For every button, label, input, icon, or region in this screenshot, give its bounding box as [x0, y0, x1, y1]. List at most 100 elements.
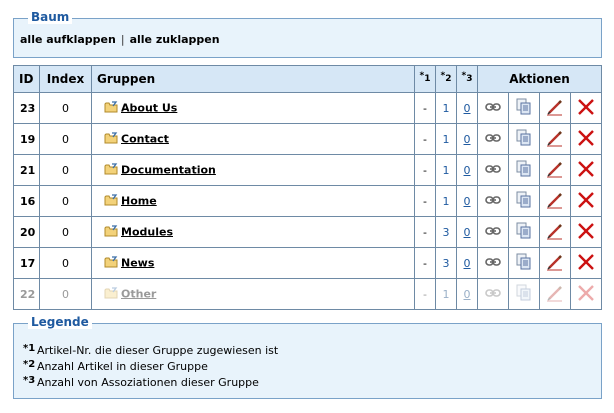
- link-icon[interactable]: [485, 102, 501, 115]
- group-name-link[interactable]: Home: [121, 194, 157, 207]
- copy-icon[interactable]: [516, 191, 532, 212]
- delete-icon[interactable]: [577, 129, 595, 150]
- copy-icon[interactable]: [516, 284, 532, 305]
- tree-links-separator: |: [120, 33, 125, 46]
- row-action-edit: [539, 154, 571, 186]
- copy-icon[interactable]: [516, 98, 532, 119]
- link-icon[interactable]: [485, 226, 501, 239]
- row-count-3: 0: [456, 154, 478, 186]
- row-action-delete: [570, 216, 602, 248]
- row-action-link: [477, 247, 509, 279]
- row-group: Documentation: [91, 154, 415, 186]
- header-star3: *3: [456, 65, 478, 93]
- row-index: 0: [39, 185, 92, 217]
- copy-icon[interactable]: [516, 129, 532, 150]
- association-count-link[interactable]: 0: [464, 102, 471, 115]
- row-action-link: [477, 216, 509, 248]
- row-action-delete: [570, 247, 602, 279]
- tree-panel: Baum alle aufklappen | alle zuklappen: [13, 10, 602, 58]
- row-action-delete: [570, 92, 602, 124]
- expand-all-link[interactable]: alle aufklappen: [20, 33, 116, 46]
- row-action-edit: [539, 92, 571, 124]
- row-count-1: -: [414, 247, 436, 279]
- row-id: 22: [13, 278, 40, 310]
- table-row: 16 0 Home -1 0: [13, 185, 602, 217]
- edit-pencil-icon[interactable]: [546, 284, 564, 305]
- edit-pencil-icon[interactable]: [546, 98, 564, 119]
- group-name-link[interactable]: Other: [121, 287, 156, 300]
- legend-panel: Legende *1 Artikel-Nr. die dieser Gruppe …: [13, 315, 602, 399]
- link-icon[interactable]: [485, 257, 501, 270]
- legend-title: Legende: [28, 315, 92, 329]
- group-name-link[interactable]: Contact: [121, 132, 169, 145]
- row-count-2: 1: [435, 278, 457, 310]
- edit-pencil-icon[interactable]: [546, 160, 564, 181]
- row-action-delete: [570, 185, 602, 217]
- collapse-all-link[interactable]: alle zuklappen: [130, 33, 220, 46]
- group-name-link[interactable]: News: [121, 256, 154, 269]
- group-name-link[interactable]: About Us: [121, 101, 177, 114]
- association-count-link[interactable]: 0: [464, 164, 471, 177]
- row-action-edit: [539, 278, 571, 310]
- row-group: Home: [91, 185, 415, 217]
- association-count-link[interactable]: 0: [464, 195, 471, 208]
- table-row: 23 0 About Us -1 0: [13, 92, 602, 124]
- edit-pencil-icon[interactable]: [546, 129, 564, 150]
- row-count-1: -: [414, 92, 436, 124]
- header-id: ID: [13, 65, 40, 93]
- group-name-link[interactable]: Documentation: [121, 163, 216, 176]
- row-group: Other: [91, 278, 415, 310]
- copy-icon[interactable]: [516, 253, 532, 274]
- delete-icon[interactable]: [577, 253, 595, 274]
- table-row: 17 0 News -3 0: [13, 247, 602, 279]
- row-action-copy: [508, 154, 540, 186]
- tree-title: Baum: [28, 10, 73, 24]
- article-count: 3: [442, 225, 450, 239]
- row-index: 0: [39, 92, 92, 124]
- row-id: 17: [13, 247, 40, 279]
- edit-pencil-icon[interactable]: [546, 191, 564, 212]
- table-row: 21 0 Documentation -1 0: [13, 154, 602, 186]
- delete-icon[interactable]: [577, 191, 595, 212]
- tree-links: alle aufklappen | alle zuklappen: [20, 33, 220, 46]
- row-id: 20: [13, 216, 40, 248]
- table-header-row: ID Index Gruppen *1 *2 *3 Aktionen: [13, 65, 602, 93]
- folder-icon: [104, 162, 118, 178]
- row-id: 21: [13, 154, 40, 186]
- row-count-1: -: [414, 216, 436, 248]
- link-icon[interactable]: [485, 288, 501, 301]
- delete-icon[interactable]: [577, 284, 595, 305]
- association-count-link[interactable]: 0: [464, 133, 471, 146]
- edit-pencil-icon[interactable]: [546, 253, 564, 274]
- row-action-link: [477, 154, 509, 186]
- groups-table: ID Index Gruppen *1 *2 *3 Aktionen 23 0 Ab…: [13, 65, 602, 310]
- legend-text-1: Artikel-Nr. die dieser Gruppe zugewiesen…: [37, 344, 279, 357]
- row-count-3: 0: [456, 278, 478, 310]
- link-icon[interactable]: [485, 164, 501, 177]
- row-action-copy: [508, 278, 540, 310]
- row-count-1: -: [414, 154, 436, 186]
- row-id: 16: [13, 185, 40, 217]
- legend-text-2: Anzahl Artikel in dieser Gruppe: [37, 360, 208, 373]
- row-count-3: 0: [456, 247, 478, 279]
- article-count: 1: [442, 132, 450, 146]
- folder-icon: [104, 131, 118, 147]
- link-icon[interactable]: [485, 133, 501, 146]
- row-count-3: 0: [456, 216, 478, 248]
- association-count-link[interactable]: 0: [464, 257, 471, 270]
- row-index: 0: [39, 154, 92, 186]
- row-action-copy: [508, 247, 540, 279]
- association-count-link[interactable]: 0: [464, 288, 471, 301]
- copy-icon[interactable]: [516, 160, 532, 181]
- copy-icon[interactable]: [516, 222, 532, 243]
- delete-icon[interactable]: [577, 222, 595, 243]
- delete-icon[interactable]: [577, 160, 595, 181]
- delete-icon[interactable]: [577, 98, 595, 119]
- row-count-3: 0: [456, 92, 478, 124]
- association-count-link[interactable]: 0: [464, 226, 471, 239]
- group-name-link[interactable]: Modules: [121, 225, 173, 238]
- row-action-link: [477, 185, 509, 217]
- edit-pencil-icon[interactable]: [546, 222, 564, 243]
- row-count-2: 1: [435, 92, 457, 124]
- link-icon[interactable]: [485, 195, 501, 208]
